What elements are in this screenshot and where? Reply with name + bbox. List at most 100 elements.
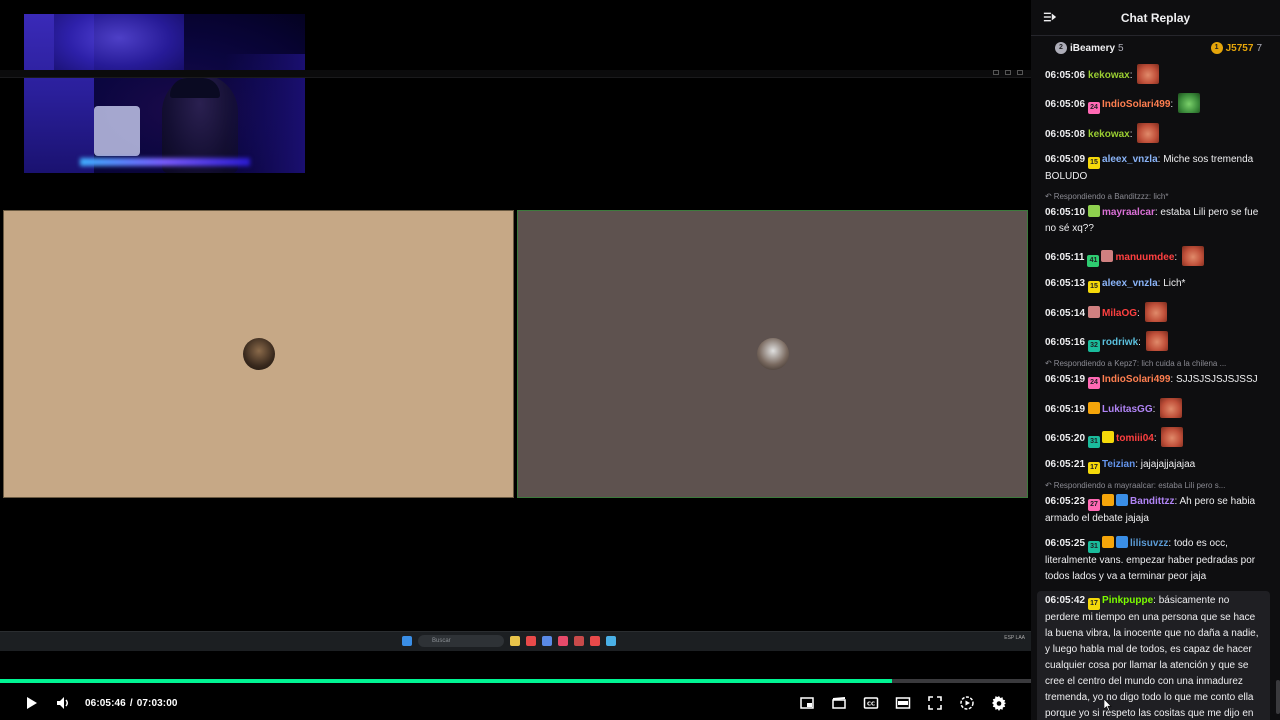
chat-badge-icon[interactable]: 17: [1088, 598, 1101, 610]
close-icon: [1017, 70, 1023, 75]
message-timestamp: 06:05:19: [1045, 374, 1086, 385]
chat-badge-icon[interactable]: 31: [1088, 541, 1101, 553]
folder-icon: [510, 636, 520, 646]
chat-badge-icon[interactable]: [1116, 536, 1129, 548]
volume-button[interactable]: [47, 687, 79, 719]
chat-message[interactable]: 06:05:10 mayraalcar: estaba Lili pero se …: [1031, 203, 1274, 239]
chat-badge-icon[interactable]: 24: [1088, 102, 1101, 114]
speed-icon: [960, 696, 974, 710]
message-username[interactable]: LukitasGG: [1102, 404, 1153, 415]
username-separator: :: [1174, 252, 1180, 263]
message-username[interactable]: Bandittzz: [1130, 496, 1174, 507]
emote-face-icon[interactable]: [1144, 302, 1167, 322]
clip-button[interactable]: [823, 687, 855, 719]
message-username[interactable]: lilisuvzz: [1130, 538, 1168, 549]
message-username[interactable]: kekowax: [1088, 70, 1130, 81]
chat-badge-icon[interactable]: [1102, 431, 1115, 443]
message-timestamp: 06:05:09: [1045, 154, 1086, 165]
theatre-mode-button[interactable]: [887, 687, 919, 719]
chat-badge-icon[interactable]: [1088, 402, 1101, 414]
message-username[interactable]: rodriwk: [1102, 337, 1138, 348]
chat-badge-icon[interactable]: 31: [1088, 436, 1101, 448]
app-icon: [526, 636, 536, 646]
app-icon: [574, 636, 584, 646]
chat-message[interactable]: 06:05:13 15 aleex_vnzla: Lich*: [1031, 274, 1274, 295]
message-username[interactable]: IndioSolari499: [1102, 99, 1170, 110]
chat-message[interactable]: 06:05:19 LukitasGG:: [1031, 396, 1274, 420]
message-username[interactable]: IndioSolari499: [1102, 374, 1170, 385]
emote-face-icon[interactable]: [1160, 398, 1183, 418]
chat-scrollbar[interactable]: [1276, 680, 1280, 714]
chat-message[interactable]: 06:05:11 41 manuumdee:: [1031, 244, 1274, 269]
rank-badge-icon: 2: [1055, 42, 1067, 54]
video-player[interactable]: Buscar ESP LAA 06:05:46/07:03:00 CC: [0, 0, 1031, 720]
emote-face-icon[interactable]: [1137, 64, 1160, 84]
time-separator: /: [129, 697, 133, 709]
message-timestamp: 06:05:42: [1045, 595, 1086, 606]
volume-icon: [57, 697, 68, 709]
emote-face-icon[interactable]: [1137, 123, 1160, 143]
maximize-icon: [1005, 70, 1011, 75]
fullscreen-icon: [928, 696, 942, 710]
chat-message[interactable]: 06:05:08 kekowax:: [1031, 121, 1274, 145]
fullscreen-button[interactable]: [919, 687, 951, 719]
chat-message[interactable]: 06:05:21 17 Teizian: jajajajjajajaa: [1031, 455, 1274, 476]
message-timestamp: 06:05:08: [1045, 129, 1086, 140]
message-username[interactable]: Pinkpuppe: [1102, 595, 1153, 606]
chat-message[interactable]: 06:05:09 15 aleex_vnzla: Miche sos tremend…: [1031, 150, 1274, 187]
chat-badge-icon[interactable]: 41: [1087, 255, 1100, 267]
chat-message[interactable]: 06:05:06 kekowax:: [1031, 62, 1274, 86]
chat-title: Chat Replay: [1120, 10, 1191, 25]
message-timestamp: 06:05:14: [1045, 308, 1086, 319]
chat-badge-icon[interactable]: 27: [1088, 499, 1101, 511]
chat-badge-icon[interactable]: 24: [1088, 377, 1101, 389]
leaderboard-entry[interactable]: 1 J5757 7: [1210, 42, 1262, 54]
miniplayer-button[interactable]: [791, 687, 823, 719]
message-username[interactable]: aleex_vnzla: [1102, 278, 1158, 289]
message-username[interactable]: aleex_vnzla: [1102, 154, 1158, 165]
chat-message[interactable]: 06:05:20 31 tomiii04:: [1031, 425, 1274, 450]
chat-message[interactable]: 06:05:16 32 rodriwk:: [1031, 329, 1274, 354]
chat-message-list[interactable]: 06:05:06 kekowax: 06:05:06 24 IndioSolari49…: [1031, 57, 1274, 720]
browser-icon: [542, 636, 552, 646]
chat-badge-icon[interactable]: [1088, 205, 1101, 217]
chat-badge-icon[interactable]: 32: [1088, 340, 1101, 352]
message-username[interactable]: tomiii04: [1116, 433, 1154, 444]
chat-message[interactable]: 06:05:14 MilaOG:: [1031, 300, 1274, 324]
chat-message[interactable]: 06:05:19 24 IndioSolari499: SJJSJSJSJSJSSJ: [1031, 370, 1274, 391]
chat-message[interactable]: 06:05:42 17 Pinkpuppe: básicamente no perd…: [1037, 591, 1270, 720]
chat-badge-icon[interactable]: 15: [1088, 157, 1101, 169]
emote-pepe-icon[interactable]: [1177, 93, 1200, 113]
message-timestamp: 06:05:21: [1045, 459, 1086, 470]
message-username[interactable]: kekowax: [1088, 129, 1130, 140]
message-username[interactable]: manuumdee: [1115, 252, 1174, 263]
message-text: SJJSJSJSJSJSSJ: [1175, 374, 1258, 385]
settings-button[interactable]: [983, 687, 1015, 719]
chat-message[interactable]: 06:05:23 27 Bandittzz: Ah pero se habia ar…: [1031, 492, 1274, 529]
message-username[interactable]: MilaOG: [1102, 308, 1137, 319]
chat-badge-icon[interactable]: [1088, 306, 1101, 318]
message-username[interactable]: Teizian: [1102, 459, 1135, 470]
message-username[interactable]: mayraalcar: [1102, 207, 1155, 218]
webcam-overlay: [24, 14, 305, 173]
emote-face-icon[interactable]: [1145, 331, 1168, 351]
chat-message[interactable]: 06:05:25 31 lilisuvzz: todo es occ, litera…: [1031, 534, 1274, 587]
collapse-arrow-icon: [1043, 12, 1057, 22]
playback-speed-button[interactable]: [951, 687, 983, 719]
captions-button[interactable]: CC: [855, 687, 887, 719]
chat-badge-icon[interactable]: [1101, 250, 1114, 262]
chat-message[interactable]: 06:05:06 24 IndioSolari499:: [1031, 91, 1274, 116]
play-button[interactable]: [15, 687, 47, 719]
chat-badge-icon[interactable]: 15: [1088, 281, 1101, 293]
chat-badge-icon[interactable]: [1102, 536, 1115, 548]
message-timestamp: 06:05:25: [1045, 538, 1086, 549]
taskbar-search: Buscar: [418, 635, 504, 647]
leaderboard-entry[interactable]: 2 iBeamery 5: [1055, 42, 1124, 54]
seek-bar[interactable]: [0, 679, 1031, 683]
collapse-chat-button[interactable]: [1043, 10, 1059, 26]
emote-face-icon[interactable]: [1161, 427, 1184, 447]
emote-face-icon[interactable]: [1181, 246, 1204, 266]
chat-badge-icon[interactable]: [1102, 494, 1115, 506]
chat-badge-icon[interactable]: [1116, 494, 1129, 506]
chat-badge-icon[interactable]: 17: [1088, 462, 1101, 474]
